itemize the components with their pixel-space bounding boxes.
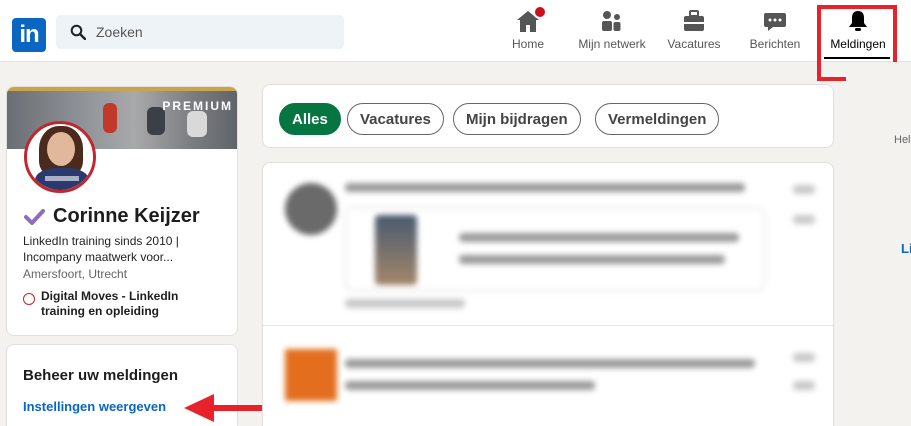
profile-name-row[interactable]: Corinne Keijzer (23, 205, 200, 228)
notification-item[interactable] (263, 325, 833, 426)
profile-location: Amersfoort, Utrecht (23, 267, 128, 281)
nav-jobs[interactable]: Vacatures (664, 8, 724, 58)
manage-notifications-title: Beheer uw meldingen (23, 367, 179, 384)
briefcase-icon (681, 8, 707, 34)
home-icon (515, 5, 547, 34)
verified-check-icon (24, 208, 45, 225)
nav-network[interactable]: Mijn netwerk (572, 8, 652, 58)
company-name: Digital Moves - LinkedIn training en opl… (41, 289, 179, 318)
filter-all-pill[interactable]: Alles (279, 103, 341, 135)
nav-messages[interactable]: Berichten (746, 8, 804, 58)
filter-my-posts-pill[interactable]: Mijn bijdragen (453, 103, 581, 135)
notification-item[interactable] (263, 163, 833, 323)
nav-messages-label: Berichten (749, 37, 801, 51)
profile-card[interactable]: PREMIUM Corinne Keijzer LinkedIn trainin… (6, 86, 238, 336)
nav-home-label: Home (511, 37, 544, 51)
profile-headline: LinkedIn training sinds 2010 | Incompany… (23, 234, 179, 264)
top-nav-bar: in Home Mijn netwerk (0, 0, 911, 62)
profile-name: Corinne Keijzer (53, 205, 200, 227)
nav-home[interactable]: Home (508, 5, 548, 58)
right-link-text[interactable]: Li (901, 241, 911, 256)
linkedin-logo[interactable]: in (12, 18, 46, 52)
notifications-feed (262, 162, 834, 426)
search-box[interactable] (56, 15, 344, 49)
profile-company[interactable]: Digital Moves - LinkedIn training en opl… (23, 289, 211, 319)
search-input[interactable] (96, 15, 326, 49)
chat-icon (762, 8, 788, 34)
view-settings-link[interactable]: Instellingen weergeven (23, 399, 166, 414)
nav-network-label: Mijn netwerk (578, 37, 646, 51)
filter-bar: Alles Vacatures Mijn bijdragen Vermeldin… (262, 84, 834, 148)
company-logo-icon (23, 293, 35, 305)
right-help-text: Hel (894, 134, 911, 146)
search-icon (70, 24, 86, 40)
notification-badge (533, 5, 547, 19)
filter-mentions-pill[interactable]: Vermeldingen (595, 103, 720, 135)
people-icon (599, 8, 625, 34)
filter-jobs-pill[interactable]: Vacatures (347, 103, 444, 135)
avatar[interactable] (24, 121, 96, 193)
premium-label: PREMIUM (162, 99, 233, 113)
nav-jobs-label: Vacatures (667, 37, 721, 51)
